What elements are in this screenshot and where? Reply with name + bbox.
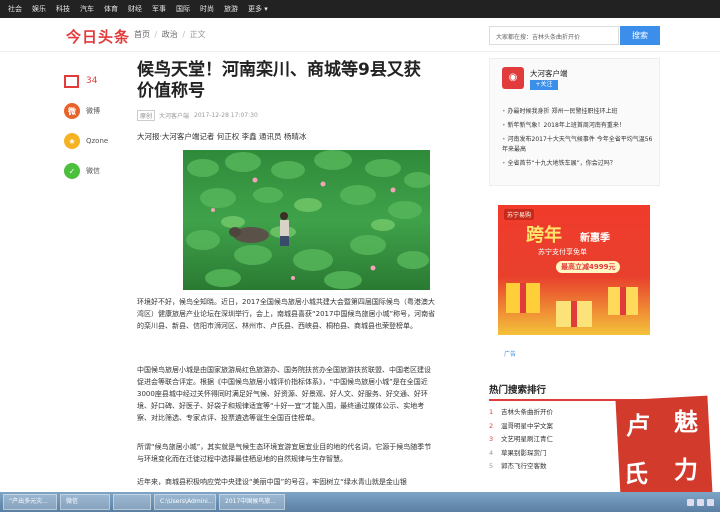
ad-label: 广告 bbox=[504, 351, 517, 358]
share-qzone[interactable]: ★ Qzone bbox=[64, 126, 124, 156]
wechat-icon: ✓ bbox=[64, 163, 80, 179]
rank-text: 温哥明星中学文案 bbox=[501, 421, 553, 430]
nav-item-finance[interactable]: 财经 bbox=[128, 4, 142, 14]
rank-number: 3 bbox=[489, 435, 494, 443]
author-news-list: • 办最时候我身折 郑州一民警挂职挂环上班 • 新年新气象！2018年上班首周河南有… bbox=[502, 105, 654, 171]
breadcrumb-category[interactable]: 政治 bbox=[162, 30, 178, 39]
search-input[interactable]: 大家都在搜：吉林头条曲折开价 bbox=[489, 26, 619, 45]
rank-number: 5 bbox=[489, 462, 494, 470]
original-badge: 原创 bbox=[137, 110, 156, 121]
top-nav: 社会 娱乐 科技 汽车 体育 财经 军事 国际 时尚 旅游 更多 ▾ bbox=[0, 0, 720, 18]
article-paragraph: 所谓“候鸟旅居小城”，其实就是气候生态环境宜游宜居宜业目的地的代名词，它源于候鸟… bbox=[137, 443, 432, 463]
article-title: 候鸟天堂！河南栾川、商城等9县又获价值称号 bbox=[137, 60, 421, 101]
breadcrumb-separator: / bbox=[182, 30, 186, 39]
nav-item-international[interactable]: 国际 bbox=[176, 4, 190, 14]
share-weibo[interactable]: 微 微博 bbox=[64, 96, 124, 126]
breadcrumb-separator: / bbox=[154, 30, 158, 39]
nav-item-society[interactable]: 社会 bbox=[8, 4, 22, 14]
article-header: 候鸟天堂！河南栾川、商城等9县又获价值称号 原创 大河客户端 2017-12-2… bbox=[137, 60, 437, 142]
rank-text: 郭杰飞行空客数 bbox=[501, 462, 547, 470]
article-source[interactable]: 大河客户端 bbox=[159, 111, 189, 120]
nav-item-fashion[interactable]: 时尚 bbox=[200, 4, 214, 14]
lushi-charm-stamp: 卢 魅 氏 力 bbox=[615, 395, 713, 499]
weibo-icon: 微 bbox=[64, 103, 80, 119]
taskbar-item-wechat[interactable]: 微信 bbox=[60, 494, 110, 510]
breadcrumb-home[interactable]: 首页 bbox=[134, 30, 150, 39]
breadcrumb: 首页 / 政治 / 正文 bbox=[134, 29, 206, 40]
dahe-logo-icon[interactable]: ◉ bbox=[502, 67, 524, 89]
news-title: 办最时候我身折 郑州一民警挂职挂环上班 bbox=[507, 108, 618, 115]
taskbar-item-folder[interactable] bbox=[113, 494, 151, 510]
rank-number: 1 bbox=[489, 408, 494, 416]
stamp-char: 氏 bbox=[624, 459, 648, 488]
taskbar-item-browser[interactable]: 2017中国候鸟旅... bbox=[219, 494, 285, 510]
rank-number: 4 bbox=[489, 448, 494, 457]
tray-icon[interactable] bbox=[707, 498, 714, 506]
list-item[interactable]: • 河南发布2017十大天气气候事件 今年全省平均气温56年来最高 bbox=[502, 135, 654, 155]
system-tray bbox=[687, 498, 714, 506]
gift-box-icon bbox=[506, 283, 638, 327]
author-card: ◉ 大河客户端 +关注 • 办最时候我身折 郑州一民警挂职挂环上班 • 新年新气象！… bbox=[489, 58, 660, 186]
rank-number: 2 bbox=[489, 421, 494, 430]
suning-ad-banner[interactable]: 苏宁易购 跨年 新惠季 苏宁支付享免单 最高立减4999元 bbox=[498, 205, 650, 335]
list-item[interactable]: • 办最时候我身折 郑州一民警挂职挂环上班 bbox=[502, 105, 654, 119]
nav-item-more[interactable]: 更多 ▾ bbox=[248, 4, 268, 14]
nav-item-travel[interactable]: 旅游 bbox=[224, 4, 238, 14]
nav-item-tech[interactable]: 科技 bbox=[56, 4, 70, 14]
stamp-char: 魅 bbox=[674, 407, 698, 436]
nav-item-auto[interactable]: 汽车 bbox=[80, 4, 94, 14]
share-label: 微信 bbox=[86, 167, 100, 175]
taskbar-item-explorer[interactable]: C:\Users\Admini... bbox=[154, 494, 216, 510]
nav-item-entertainment[interactable]: 娱乐 bbox=[32, 4, 46, 14]
lotus-pond-photo bbox=[183, 150, 430, 290]
share-wechat[interactable]: ✓ 微信 bbox=[64, 156, 124, 186]
share-column: 34 微 微博 ★ Qzone ✓ 微信 bbox=[64, 66, 124, 186]
share-label: 微博 bbox=[86, 107, 100, 115]
tray-icon[interactable] bbox=[697, 498, 704, 506]
author-name[interactable]: 大河客户端 bbox=[530, 68, 568, 79]
rank-text: 草果别影琛赏门 bbox=[501, 448, 547, 457]
news-title: 全省首节“十九大地铁车展”，你会过吗？ bbox=[507, 160, 616, 167]
news-title: 新年新气象！2018年上班首周河南有重来！ bbox=[507, 122, 625, 129]
article-datetime: 2017-12-28 17:07:30 bbox=[194, 112, 258, 119]
article-meta: 原创 大河客户端 2017-12-28 17:07:30 bbox=[137, 110, 437, 121]
rank-text: 文艺明星刷江青仁 bbox=[501, 435, 553, 443]
windows-taskbar: “产出多元灾... 微信 C:\Users\Admini... 2017中国候鸟… bbox=[0, 492, 720, 512]
nav-item-sports[interactable]: 体育 bbox=[104, 4, 118, 14]
article-paragraph: 环境好不好，候鸟全知晓。近日，2017全国候鸟旅居小城共建大会暨第四届国际候鸟（… bbox=[137, 298, 436, 330]
comment-link[interactable]: 34 bbox=[64, 66, 124, 96]
search-button[interactable]: 搜索 bbox=[620, 26, 660, 45]
article-photo bbox=[183, 150, 430, 290]
article-paragraph: 近年来，商城县积极响应党中央建设“美丽中国”的号召，牢固树立“绿水青山就是金山银 bbox=[137, 478, 407, 486]
comment-count: 34 bbox=[86, 76, 98, 86]
list-item[interactable]: • 新年新气象！2018年上班首周河南有重来！ bbox=[502, 119, 654, 133]
qzone-icon: ★ bbox=[64, 133, 80, 149]
stamp-char: 力 bbox=[674, 455, 698, 484]
news-title: 河南发布2017十大天气气候事件 今年全省平均气温56年来最高 bbox=[502, 136, 653, 153]
site-header: 今日头条 首页 / 政治 / 正文 大家都在搜：吉林头条曲折开价 搜索 bbox=[0, 18, 720, 52]
share-label: Qzone bbox=[86, 137, 109, 145]
article-author: 大河报·大河客户端记者 何正权 李鑫 通讯员 杨晴冰 bbox=[137, 132, 307, 141]
browser-page: 社会 娱乐 科技 汽车 体育 财经 军事 国际 时尚 旅游 更多 ▾ 今日头条 … bbox=[0, 0, 720, 512]
nav-item-military[interactable]: 军事 bbox=[152, 4, 166, 14]
tray-icon[interactable] bbox=[687, 498, 694, 506]
site-logo[interactable]: 今日头条 bbox=[66, 26, 130, 47]
stamp-char: 卢 bbox=[626, 411, 650, 440]
list-item[interactable]: • 全省首节“十九大地铁车展”，你会过吗？ bbox=[502, 157, 654, 171]
taskbar-item[interactable]: “产出多元灾... bbox=[3, 494, 57, 510]
breadcrumb-current: 正文 bbox=[189, 30, 206, 39]
follow-button[interactable]: +关注 bbox=[530, 80, 558, 90]
comment-icon bbox=[64, 74, 79, 88]
rank-text: 吉林头条曲折开价 bbox=[501, 408, 553, 416]
article-paragraph: 中国候鸟旅居小城是由国家旅游局红色旅游办、国务院扶贫办全国旅游扶贫联盟、中国老区… bbox=[137, 366, 431, 422]
